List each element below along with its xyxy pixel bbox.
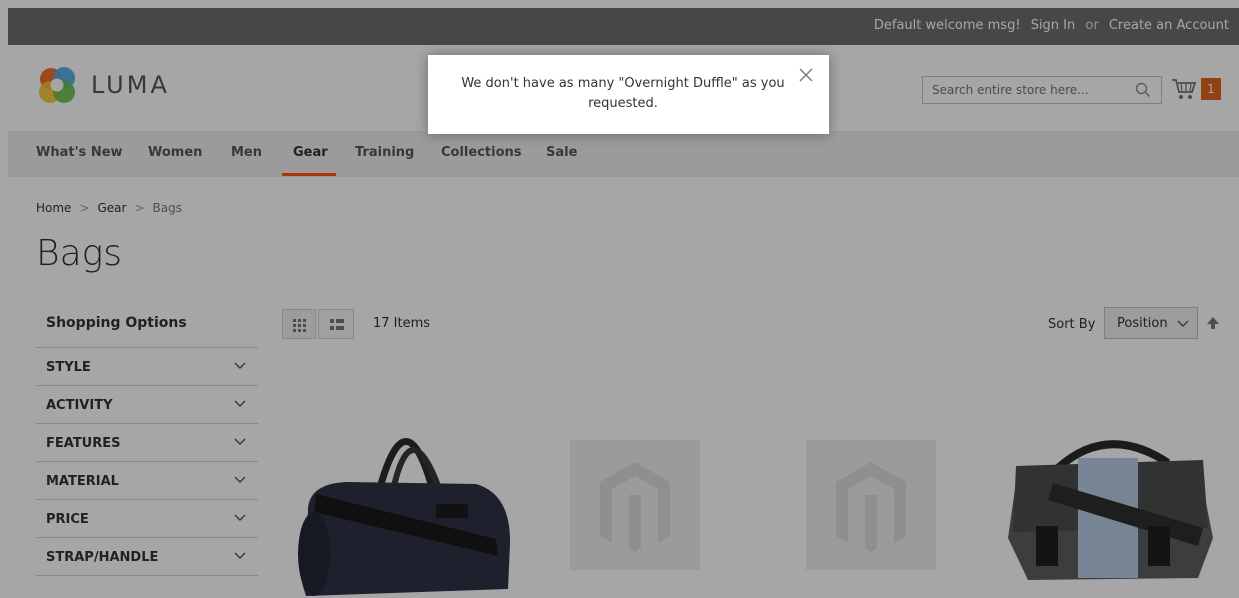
modal-message: We don't have as many "Overnight Duffle"… xyxy=(461,76,785,111)
error-message-modal: We don't have as many "Overnight Duffle"… xyxy=(428,55,829,134)
close-icon[interactable] xyxy=(798,67,814,83)
